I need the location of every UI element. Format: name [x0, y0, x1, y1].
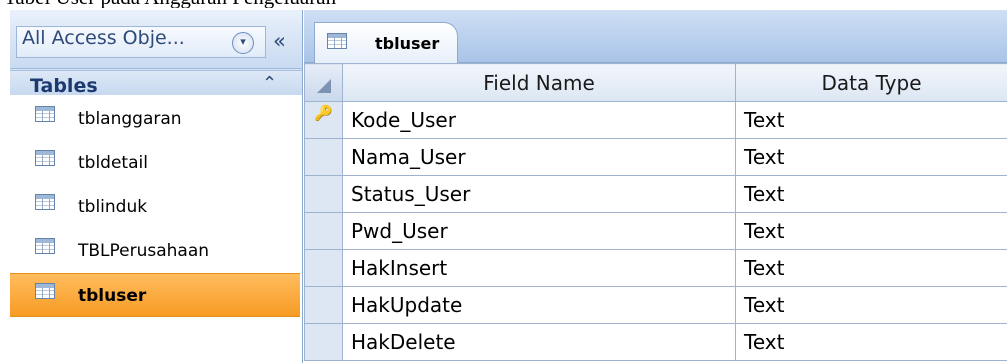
chevron-up-icon[interactable]: ⌃: [262, 73, 277, 94]
nav-item-label: tbluser: [78, 286, 147, 306]
select-all-corner[interactable]: [304, 63, 343, 102]
data-type-cell[interactable]: Text: [735, 101, 1007, 139]
row-selector[interactable]: 🔑: [304, 101, 343, 139]
shutter-bar-collapse-icon[interactable]: «: [273, 29, 286, 53]
tab-label: tbluser: [375, 34, 440, 53]
table-icon: [327, 33, 347, 49]
table-row[interactable]: 🔑 Kode_User Text: [304, 101, 1007, 139]
data-type-cell[interactable]: Text: [735, 212, 1007, 250]
nav-pane-header: All Access Obje... ▾ «: [10, 10, 302, 69]
table-row[interactable]: HakUpdate Text: [304, 286, 1007, 324]
table-icon: [35, 150, 55, 166]
table-row[interactable]: Nama_User Text: [304, 138, 1007, 176]
nav-item-tblinduk[interactable]: tblinduk: [10, 185, 300, 229]
field-name-cell[interactable]: HakInsert: [342, 249, 736, 287]
field-name-cell[interactable]: HakDelete: [342, 323, 736, 361]
row-selector[interactable]: [304, 212, 343, 250]
table-design-grid: Field Name Data Type 🔑 Kode_User Text Na…: [304, 63, 1007, 363]
tab-tbluser[interactable]: tbluser: [314, 22, 458, 63]
table-row[interactable]: Pwd_User Text: [304, 212, 1007, 250]
nav-item-tblperusahaan[interactable]: TBLPerusahaan: [10, 229, 300, 273]
data-type-cell[interactable]: Text: [735, 249, 1007, 287]
nav-item-label: tbldetail: [78, 153, 148, 173]
nav-table-list: tblanggaran tbldetail tblinduk TBLPerusa…: [10, 95, 302, 363]
table-icon: [35, 238, 55, 254]
table-icon: [35, 106, 55, 122]
table-row[interactable]: HakDelete Text: [304, 323, 1007, 361]
nav-item-tbluser[interactable]: tbluser: [10, 273, 300, 317]
nav-pane-title[interactable]: All Access Obje...: [22, 27, 185, 49]
data-type-cell[interactable]: Text: [735, 286, 1007, 324]
nav-item-tblanggaran[interactable]: tblanggaran: [10, 97, 300, 141]
data-type-cell[interactable]: Text: [735, 323, 1007, 361]
nav-item-label: tblanggaran: [78, 109, 182, 129]
table-icon: [35, 194, 55, 210]
field-name-cell[interactable]: HakUpdate: [342, 286, 736, 324]
field-name-cell[interactable]: Status_User: [342, 175, 736, 213]
data-type-cell[interactable]: Text: [735, 138, 1007, 176]
tables-group-title: Tables: [30, 75, 98, 97]
row-selector[interactable]: [304, 175, 343, 213]
primary-key-icon: 🔑: [314, 104, 333, 122]
field-name-cell[interactable]: Kode_User: [342, 101, 736, 139]
nav-item-tbldetail[interactable]: tbldetail: [10, 141, 300, 185]
chevron-down-icon[interactable]: ▾: [232, 32, 254, 54]
table-row[interactable]: HakInsert Text: [304, 249, 1007, 287]
row-selector[interactable]: [304, 286, 343, 324]
nav-item-label: tblinduk: [78, 197, 148, 217]
column-header-data-type[interactable]: Data Type: [735, 63, 1007, 102]
row-selector[interactable]: [304, 138, 343, 176]
table-row[interactable]: Status_User Text: [304, 175, 1007, 213]
row-selector[interactable]: [304, 249, 343, 287]
document-caption: Tabel User pada Anggaran Pengeluaran: [0, 0, 1007, 8]
nav-item-label: TBLPerusahaan: [78, 241, 210, 261]
field-name-cell[interactable]: Pwd_User: [342, 212, 736, 250]
row-selector[interactable]: [304, 323, 343, 361]
document-tab-strip: tbluser: [304, 10, 1007, 63]
column-header-field-name[interactable]: Field Name: [342, 63, 736, 102]
field-name-cell[interactable]: Nama_User: [342, 138, 736, 176]
data-type-cell[interactable]: Text: [735, 175, 1007, 213]
table-icon: [35, 283, 55, 299]
